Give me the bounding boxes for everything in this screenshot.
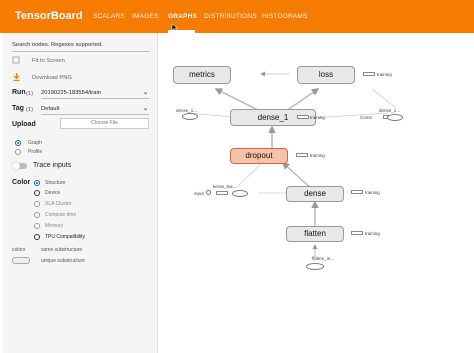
radio-color-device[interactable] [34, 190, 40, 196]
radio-graph[interactable] [15, 140, 21, 146]
keras-learning-phase-label: keras_lea... [213, 184, 237, 189]
training-label: training [377, 72, 392, 77]
dense-1-right-label: dense_1... [379, 108, 401, 113]
dense-1-input-node[interactable] [182, 113, 198, 120]
training-label: training [310, 153, 325, 158]
keras-learning-phase-node[interactable] [232, 190, 248, 197]
sidebar: Search nodes. Regexes supported. Fit to … [3, 33, 158, 353]
graph-node-loss[interactable]: loss [297, 66, 355, 84]
trace-inputs-toggle[interactable] [12, 162, 27, 170]
run-select[interactable]: 20190225-183554/train [41, 90, 101, 96]
search-input[interactable]: Search nodes. Regexes supported. [12, 42, 103, 48]
chevron-down-icon[interactable] [143, 107, 148, 112]
graph-node-flatten[interactable]: flatten [286, 226, 344, 242]
tag-label: Tag [12, 105, 24, 112]
tab-images[interactable]: IMAGES [132, 13, 158, 20]
run-label: Run [12, 89, 26, 96]
training-input-box [351, 231, 363, 235]
graph-canvas[interactable]: metrics loss training dense_1... dense_1… [158, 33, 474, 353]
tag-select[interactable]: Default [41, 106, 59, 112]
trace-inputs-label: Trace inputs [33, 162, 72, 169]
training-input-box [351, 190, 363, 194]
color-option-label: TPU Compatibility [45, 234, 86, 240]
color-option-label: Structure [45, 180, 66, 186]
tab-graphs[interactable]: GRAPHS [168, 13, 197, 20]
radio-profile[interactable] [15, 149, 21, 155]
unique-substructure-label: unique substructure [41, 258, 85, 264]
const-label: Const [360, 115, 372, 120]
input-port-node [206, 190, 211, 195]
radio-color-tpu[interactable] [34, 234, 40, 240]
radio-color-structure[interactable] [34, 180, 40, 186]
color-option-label: Device [45, 190, 61, 196]
tag-count: (1) [26, 107, 34, 113]
tab-histograms[interactable]: HISTOGRAMS [262, 13, 308, 20]
training-label: training [310, 115, 325, 120]
radio-color-memory[interactable] [34, 223, 40, 229]
training-input-box [363, 72, 375, 76]
tab-distributions[interactable]: DISTRIBUTIONS [204, 13, 257, 20]
radio-profile-label: Profile [28, 149, 43, 155]
graph-node-dense[interactable]: dense [286, 186, 344, 202]
radio-color-xla[interactable] [34, 201, 40, 207]
chevron-down-icon[interactable] [143, 91, 148, 96]
tab-scalars[interactable]: SCALARS [93, 13, 125, 20]
color-label: Color [12, 179, 31, 186]
fit-to-screen-button[interactable]: Fit to Screen [32, 58, 65, 64]
radio-color-compute[interactable] [34, 212, 40, 218]
training-label: training [365, 231, 380, 236]
graph-node-metrics[interactable]: metrics [173, 66, 231, 84]
color-option-label: Compute time [45, 212, 77, 218]
run-count: (1) [26, 91, 34, 97]
colors-legend-label: colors [12, 247, 26, 253]
run-underline [41, 98, 149, 99]
search-underline [12, 51, 150, 52]
mouse-cursor-icon [171, 23, 179, 31]
color-option-label: XLA Cluster [45, 201, 72, 207]
tag-underline [41, 114, 149, 115]
download-png-button[interactable]: Download PNG [32, 75, 72, 81]
fit-screen-icon[interactable] [12, 56, 20, 64]
download-icon[interactable] [13, 73, 20, 81]
training-label: training [365, 190, 380, 195]
training-input-box [296, 153, 308, 157]
input-label: input [194, 191, 204, 196]
flatten-input-node[interactable] [306, 263, 324, 270]
color-option-label: Memory [45, 223, 64, 229]
flatten-input-label: flatten_in... [312, 256, 335, 261]
training-input-box [297, 115, 309, 119]
unique-substructure-swatch [12, 257, 30, 264]
choose-file-button[interactable]: Choose File [60, 118, 149, 129]
top-app-bar: TensorBoard SCALARS IMAGES GRAPHS DISTRI… [0, 0, 474, 33]
same-substructure-label: same substructure [41, 247, 83, 253]
keras-box [216, 191, 228, 195]
app-title: TensorBoard [15, 10, 83, 22]
upload-label: Upload [12, 121, 36, 128]
graph-node-dropout[interactable]: dropout [230, 148, 288, 164]
radio-graph-label: Graph [28, 140, 42, 146]
const-node[interactable] [387, 114, 403, 121]
